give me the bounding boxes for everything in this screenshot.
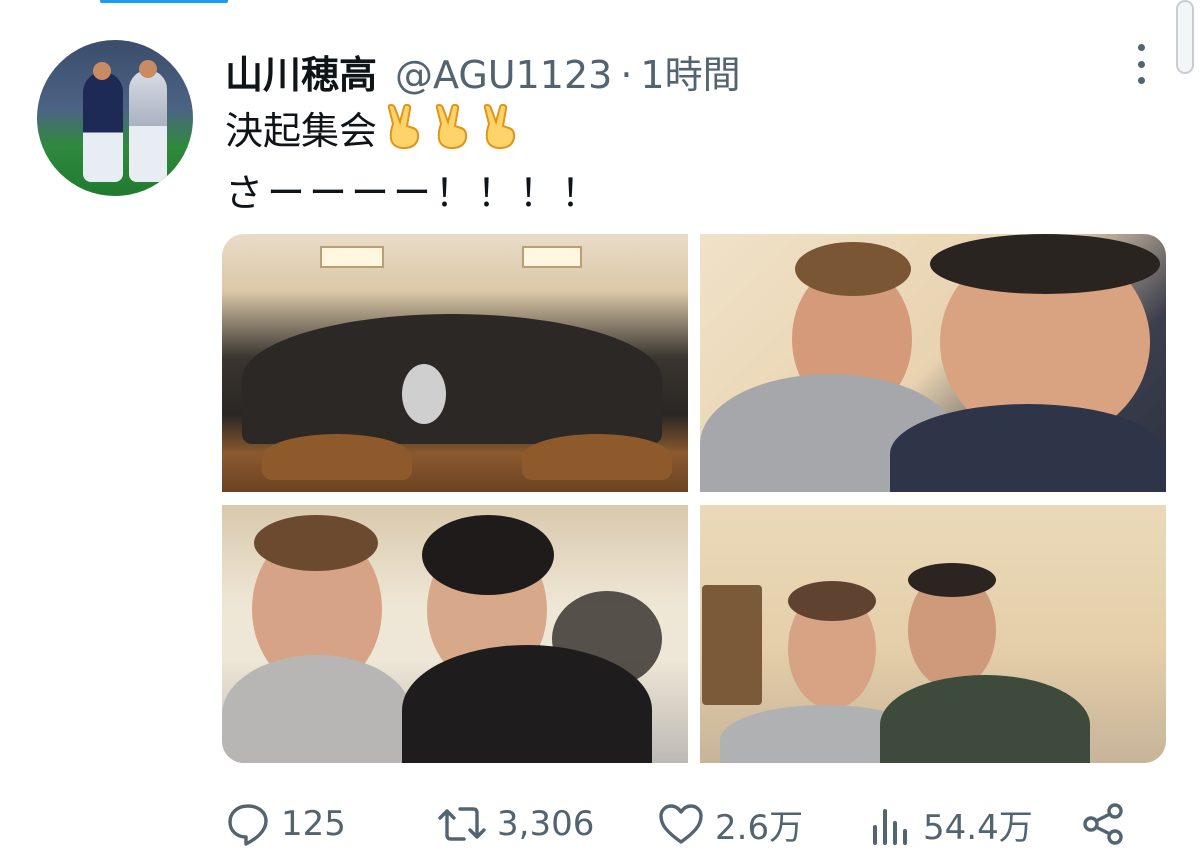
avatar-player-left	[83, 72, 123, 182]
group-dinner-photo[interactable]	[222, 234, 688, 492]
ceiling-lamp	[522, 246, 582, 268]
tweet-actions: 125 3,306 2.6万 54.4万	[225, 796, 1135, 852]
retweet-button[interactable]: 3,306	[437, 796, 594, 852]
hair-right	[908, 563, 996, 597]
reply-button[interactable]: 125	[225, 796, 346, 852]
hair-left	[788, 581, 876, 621]
share-icon	[1083, 803, 1123, 845]
victory-hand-icon	[435, 104, 468, 150]
avatar-player-right	[129, 70, 167, 182]
victory-hand-icon	[483, 104, 516, 150]
selfie-two-men-photo[interactable]	[700, 234, 1166, 492]
like-count: 2.6万	[715, 807, 804, 848]
display-name[interactable]: 山川穂高	[225, 44, 377, 99]
hair-left	[795, 242, 911, 296]
hair-right	[930, 234, 1160, 294]
plaid-shirt	[880, 675, 1090, 763]
scrollbar[interactable]	[1176, 0, 1194, 74]
reply-count: 125	[281, 804, 346, 844]
share-button[interactable]	[1081, 796, 1127, 852]
separator-dot: ·	[620, 53, 633, 97]
table-left	[262, 434, 412, 480]
ceiling-lamp	[320, 246, 384, 268]
more-icon[interactable]	[1131, 44, 1151, 84]
retweet-icon	[438, 807, 486, 841]
tweet-header: 山川穂高 @AGU1123 · 1時間	[225, 44, 741, 99]
retweet-count: 3,306	[497, 804, 595, 844]
black-hoodie	[402, 645, 652, 763]
hair-left	[254, 515, 378, 571]
reply-icon	[228, 804, 268, 846]
wall-frame	[702, 585, 762, 705]
selfie-hallway-photo[interactable]	[700, 505, 1166, 763]
selfie-calligraphy-wall-photo[interactable]	[222, 505, 688, 763]
like-button[interactable]: 2.6万	[657, 796, 803, 852]
tweet-text-line-1: 決起集会	[225, 100, 521, 155]
views-icon	[873, 809, 907, 845]
tweet-text-line-2: さーーーー！！！！	[225, 171, 604, 215]
avatar-head-right	[139, 60, 157, 78]
views-count: 54.4万	[923, 807, 1033, 848]
views-button[interactable]: 54.4万	[869, 796, 1033, 852]
group-of-people	[242, 314, 662, 444]
tweet-text-1: 決起集会	[225, 109, 378, 153]
like-icon	[659, 804, 703, 844]
tweet-time[interactable]: 1時間	[640, 44, 740, 99]
person-grey-hoodie	[402, 364, 446, 424]
victory-hand-icon	[387, 104, 420, 150]
active-tab-indicator	[100, 0, 228, 3]
hair-right	[422, 515, 554, 595]
avatar-head-left	[93, 62, 111, 80]
avatar[interactable]	[37, 40, 193, 196]
dark-shirt	[890, 404, 1166, 492]
user-handle[interactable]: @AGU1123	[395, 53, 612, 97]
table-right	[522, 434, 672, 480]
grey-hoodie	[222, 655, 412, 763]
